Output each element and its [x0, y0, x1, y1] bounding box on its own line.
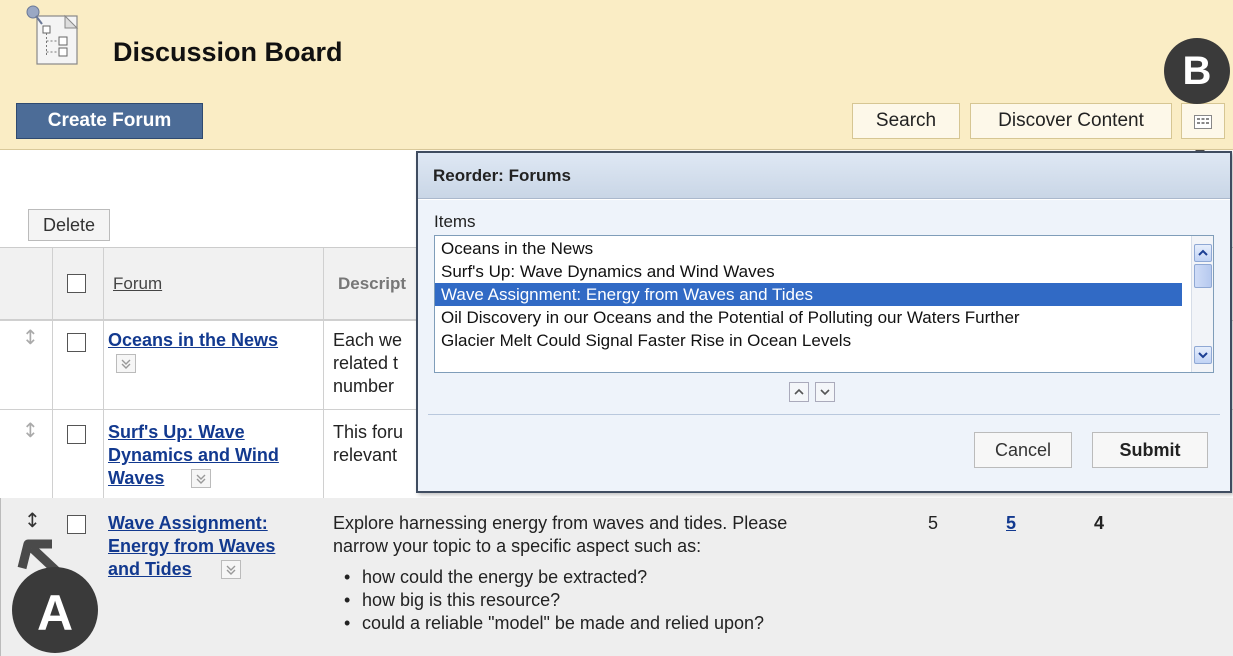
items-label: Items [434, 212, 476, 231]
row-checkbox[interactable] [67, 425, 86, 444]
forum-link-text[interactable]: Oceans in the News [108, 330, 278, 350]
dialog-body: Items Oceans in the News Surf's Up: Wave… [418, 200, 1230, 491]
forum-column-header[interactable]: Forum [113, 274, 162, 294]
move-up-button[interactable] [789, 382, 809, 402]
delete-button[interactable]: Delete [28, 209, 110, 241]
options-menu-button[interactable] [221, 560, 241, 579]
row-checkbox[interactable] [67, 515, 86, 534]
drag-handle-icon[interactable]: ↕ [24, 508, 41, 532]
list-item: how could the energy be extracted? [338, 566, 764, 589]
page-header: Discussion Board Create Forum Search Dis… [0, 0, 1233, 150]
dialog-title: Reorder: Forums [433, 166, 571, 185]
forum-description: Each we related t number [333, 330, 403, 396]
list-item: how big is this resource? [338, 589, 764, 612]
column-divider [323, 248, 324, 498]
participants-count: 4 [1094, 513, 1105, 533]
select-all-checkbox[interactable] [67, 274, 86, 293]
chevron-down-icon [226, 565, 236, 575]
listbox-scrollbar[interactable] [1191, 236, 1213, 372]
row-checkbox[interactable] [67, 333, 86, 352]
column-divider [52, 248, 53, 498]
description-bullet-list: how could the energy be extracted? how b… [338, 566, 764, 635]
reorder-view-button[interactable] [1181, 103, 1225, 139]
move-down-button[interactable] [815, 382, 835, 402]
create-forum-button[interactable]: Create Forum [16, 103, 203, 139]
chevron-down-icon [820, 389, 830, 396]
chevron-up-icon [794, 388, 804, 395]
drag-handle-icon[interactable]: ↕ [22, 325, 39, 349]
callout-marker-a: A [12, 567, 98, 653]
reorder-forums-dialog: Reorder: Forums Items Oceans in the News… [416, 151, 1232, 493]
options-menu-button[interactable] [191, 469, 211, 488]
chevron-down-icon [196, 474, 206, 484]
list-item[interactable]: Glacier Melt Could Signal Faster Rise in… [435, 329, 1182, 352]
scroll-down-button[interactable] [1194, 346, 1212, 364]
arrow-down-icon [1198, 352, 1208, 359]
scroll-thumb[interactable] [1194, 264, 1212, 288]
unread-posts-link[interactable]: 5 [1006, 513, 1016, 534]
submit-button[interactable]: Submit [1092, 432, 1208, 468]
discussion-board-icon [26, 5, 79, 65]
callout-marker-b: B [1164, 38, 1230, 104]
list-item[interactable]: Oil Discovery in our Oceans and the Pote… [435, 306, 1182, 329]
list-item[interactable]: Surf's Up: Wave Dynamics and Wind Waves [435, 260, 1182, 283]
cancel-button[interactable]: Cancel [974, 432, 1072, 468]
chevron-down-icon [121, 359, 131, 369]
arrow-up-icon [1198, 249, 1208, 256]
drag-handle-icon[interactable]: ↕ [22, 418, 39, 442]
reorder-items-listbox[interactable]: Oceans in the News Surf's Up: Wave Dynam… [434, 235, 1214, 373]
forum-description: This foru relevant [333, 422, 404, 465]
options-menu-button[interactable] [116, 354, 136, 373]
search-button[interactable]: Search [852, 103, 960, 139]
forum-link[interactable]: Wave Assignment: Energy from Waves and T… [108, 512, 275, 581]
forum-description: Explore harnessing energy from waves and… [333, 513, 788, 556]
dialog-divider [428, 414, 1220, 415]
description-column-header[interactable]: Descript [338, 274, 408, 294]
column-divider [0, 498, 1, 656]
forum-link[interactable]: Oceans in the News [108, 329, 278, 352]
dialog-header: Reorder: Forums [418, 153, 1230, 199]
list-item[interactable]: Oceans in the News [435, 237, 1182, 260]
total-posts-count: 5 [928, 513, 939, 533]
list-item: could a reliable "model" be made and rel… [338, 612, 764, 635]
column-divider [103, 248, 104, 498]
scroll-up-button[interactable] [1194, 244, 1212, 262]
discover-content-button[interactable]: Discover Content [970, 103, 1172, 139]
list-item-selected[interactable]: Wave Assignment: Energy from Waves and T… [435, 283, 1182, 306]
keyboard-reorder-icon [1194, 115, 1212, 129]
page-title: Discussion Board [113, 37, 343, 67]
